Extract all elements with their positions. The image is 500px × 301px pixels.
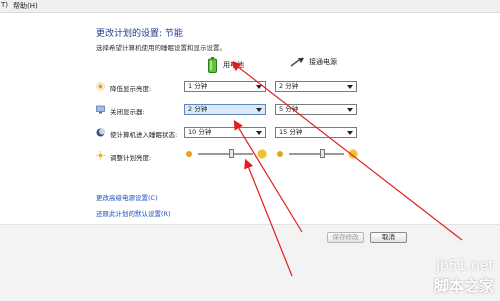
watermark-name: 脚本之家 xyxy=(433,277,494,295)
annotation-arrows xyxy=(231,61,463,277)
watermark-site: jb51.net xyxy=(435,258,494,274)
arrow-to-display-off xyxy=(233,119,303,233)
